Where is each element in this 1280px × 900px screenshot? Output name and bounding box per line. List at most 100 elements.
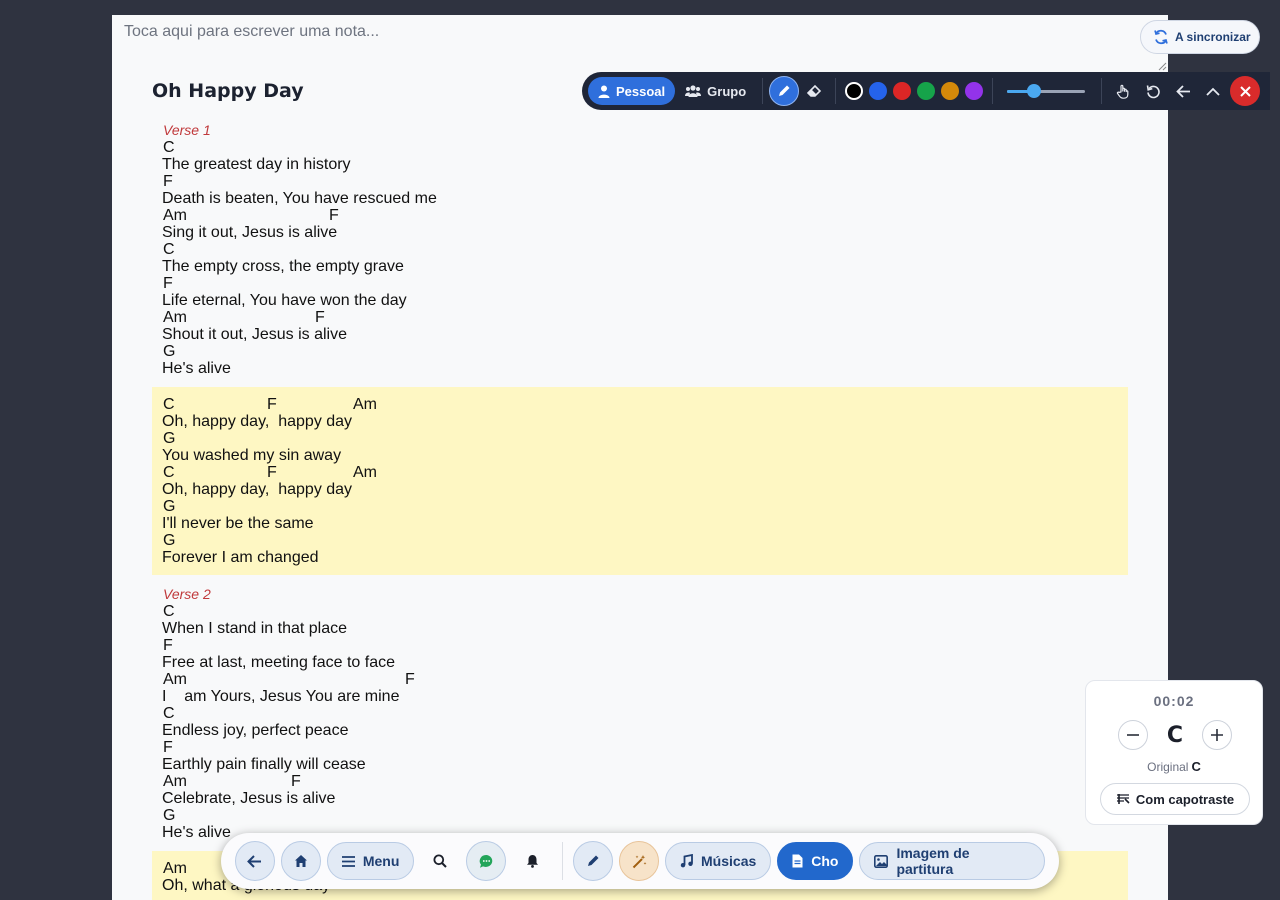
color-swatch[interactable] [893, 82, 912, 100]
pan-tool-button[interactable] [1108, 76, 1138, 106]
original-key-value: C [1191, 759, 1201, 774]
menu-button[interactable]: Menu [326, 842, 415, 880]
grupo-tab[interactable]: Grupo [675, 77, 756, 105]
original-key-line: Original C [1086, 759, 1262, 774]
verse-section: Verse 1 C The greatest day in history F Deat… [152, 121, 1128, 377]
arrow-left-icon [1175, 84, 1190, 98]
original-key-label: Original [1147, 760, 1189, 774]
chord[interactable]: F [267, 396, 277, 413]
chord[interactable]: C [163, 705, 175, 722]
chevron-up-icon [1206, 87, 1220, 96]
partitura-button[interactable]: Imagem de partitura [859, 842, 1045, 880]
chord-line: G [162, 430, 1118, 447]
song-body: Verse 1 C The greatest day in history F Deat… [152, 121, 1128, 900]
close-icon [1239, 85, 1251, 97]
lyric-line: Shout it out, Jesus is alive [162, 326, 347, 343]
magic-wand-icon [632, 854, 646, 868]
undo-button[interactable] [1138, 76, 1168, 106]
chord-line: Am F [162, 309, 1118, 326]
chord[interactable]: G [163, 498, 175, 515]
menu-label: Menu [362, 853, 400, 869]
lyric-line: Celebrate, Jesus is alive [162, 790, 336, 807]
chord[interactable]: Am [163, 860, 187, 877]
arrow-left-icon [247, 854, 262, 868]
chord[interactable]: C [163, 139, 175, 156]
grupo-label: Grupo [707, 83, 747, 99]
color-swatches [842, 82, 986, 100]
image-icon [874, 854, 889, 868]
back-button[interactable] [235, 841, 275, 881]
chord[interactable]: Am [163, 309, 187, 326]
chord-line: Am F [162, 773, 1118, 790]
slider-thumb[interactable] [1027, 84, 1042, 98]
color-swatch[interactable] [965, 82, 984, 100]
capo-button[interactable]: Com capotraste [1100, 783, 1250, 815]
document-icon [792, 854, 803, 868]
key-transpose-row: C [1118, 720, 1232, 750]
plus-icon [1211, 729, 1223, 741]
chord[interactable]: F [291, 773, 301, 790]
musicas-button[interactable]: Músicas [665, 842, 772, 880]
chord-line: G [162, 532, 1118, 549]
chord[interactable]: C [163, 464, 175, 481]
transpose-down-button[interactable] [1118, 720, 1148, 750]
chord[interactable]: F [163, 275, 173, 292]
musicas-label: Músicas [701, 853, 757, 869]
lyric-line: Free at last, meeting face to face [162, 654, 396, 671]
notifications-button[interactable] [512, 841, 552, 881]
chord[interactable]: G [163, 343, 175, 360]
cho-button[interactable]: Cho [777, 842, 854, 880]
chord[interactable]: F [315, 309, 325, 326]
user-icon [598, 85, 610, 98]
chord-line: F [162, 637, 1118, 654]
annotate-button[interactable] [573, 841, 614, 881]
sync-status-badge[interactable]: A sincronizar [1140, 20, 1260, 54]
chat-button[interactable] [466, 841, 507, 881]
color-swatch[interactable] [869, 82, 888, 100]
chord[interactable]: Am [163, 671, 187, 688]
search-button[interactable] [420, 841, 460, 881]
resize-grip-icon[interactable] [1158, 62, 1167, 71]
chord[interactable]: F [405, 671, 415, 688]
home-button[interactable] [280, 841, 321, 881]
hand-icon [1117, 84, 1129, 99]
chord[interactable]: C [163, 396, 175, 413]
toolbar-divider [992, 78, 994, 104]
note-input[interactable] [112, 15, 1168, 72]
chord[interactable]: F [267, 464, 277, 481]
chord[interactable]: G [163, 807, 175, 824]
color-swatch[interactable] [917, 82, 936, 100]
close-toolbar-button[interactable] [1230, 76, 1261, 106]
chord[interactable]: C [163, 603, 175, 620]
lyric-line: Sing it out, Jesus is alive [162, 224, 338, 241]
pessoal-tab[interactable]: Pessoal [588, 77, 676, 105]
chord[interactable]: F [163, 173, 173, 190]
chord[interactable]: G [163, 532, 175, 549]
pen-icon [588, 855, 599, 866]
color-swatch[interactable] [845, 82, 864, 100]
back-arrow-button[interactable] [1168, 76, 1198, 106]
chord-line: G [162, 807, 1118, 824]
chord[interactable]: F [163, 637, 173, 654]
chord-line: G [162, 498, 1118, 515]
pen-tool-button[interactable] [769, 76, 800, 106]
chord[interactable]: G [163, 430, 175, 447]
collapse-button[interactable] [1198, 76, 1228, 106]
color-swatch[interactable] [941, 82, 960, 100]
timer: 00:02 [1153, 693, 1195, 709]
bell-icon [526, 855, 538, 868]
chord[interactable]: Am [353, 396, 377, 413]
toolbar-divider [835, 78, 837, 104]
magic-button[interactable] [619, 841, 660, 881]
chord[interactable]: F [163, 739, 173, 756]
chord[interactable]: Am [163, 207, 187, 224]
transpose-up-button[interactable] [1202, 720, 1232, 750]
chord[interactable]: Am [353, 464, 377, 481]
eraser-tool-button[interactable] [799, 76, 829, 106]
stroke-width-slider[interactable] [1007, 81, 1086, 101]
eraser-icon [806, 84, 821, 97]
undo-icon [1146, 84, 1160, 98]
chord[interactable]: F [329, 207, 339, 224]
chord[interactable]: C [163, 241, 175, 258]
chord[interactable]: Am [163, 773, 187, 790]
